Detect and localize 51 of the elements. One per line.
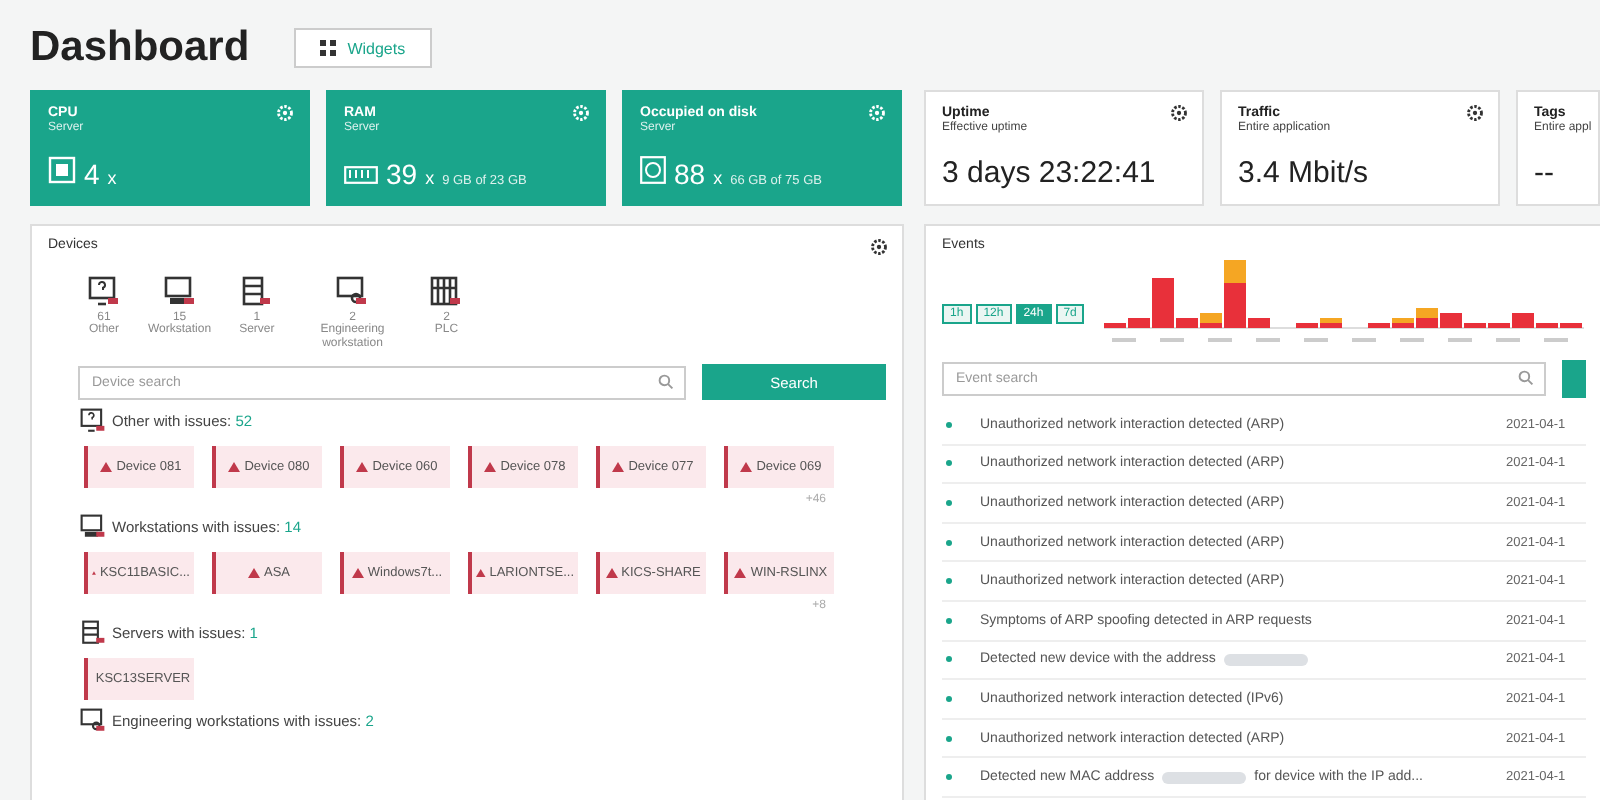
- warning-icon: [247, 568, 260, 579]
- metric-value: 4: [84, 158, 100, 190]
- warning-icon: [476, 568, 486, 579]
- warning-icon: [100, 462, 113, 473]
- settings-icon[interactable]: [1170, 104, 1188, 122]
- status-dot: [946, 578, 952, 585]
- rack-icon: [430, 276, 463, 308]
- warning-icon: [612, 462, 625, 473]
- metric-value: 88: [674, 158, 706, 190]
- metric-value: 3 days 23:22:41: [942, 156, 1156, 190]
- status-dot: [946, 460, 952, 467]
- status-dot: [946, 499, 952, 506]
- monitor-icon: [80, 514, 106, 541]
- monitor-gear-icon: [80, 708, 106, 735]
- settings-icon[interactable]: [1466, 104, 1484, 122]
- warning-icon: [356, 462, 369, 473]
- status-dot: [946, 656, 952, 663]
- chip-icon: [48, 156, 76, 184]
- question-monitor-icon: [88, 276, 120, 308]
- warning-icon: [351, 568, 364, 579]
- status-dot: [946, 617, 952, 624]
- question-monitor-icon: [80, 408, 106, 435]
- warning-icon: [484, 462, 497, 473]
- metric-value: --: [1534, 156, 1554, 190]
- status-dot: [946, 539, 952, 546]
- metric-value: 3.4 Mbit/s: [1238, 156, 1369, 190]
- status-dot: [946, 421, 952, 428]
- status-dot: [946, 695, 952, 702]
- metric-unit: x: [713, 168, 723, 188]
- server-icon: [240, 276, 273, 308]
- settings-icon[interactable]: [870, 238, 888, 256]
- search-icon: [658, 373, 674, 390]
- grid-icon: [319, 40, 336, 56]
- warning-icon: [228, 462, 241, 473]
- monitor-gear-icon: [336, 276, 369, 308]
- warning-icon: [605, 568, 618, 579]
- monitor-icon: [163, 276, 196, 308]
- status-dot: [946, 774, 952, 781]
- metric-unit: x: [107, 168, 117, 188]
- disk-icon: [640, 156, 666, 184]
- server-icon: [80, 620, 106, 647]
- warning-icon: [740, 462, 753, 473]
- blurred-text: [1223, 653, 1308, 666]
- blurred-text: [1162, 771, 1247, 784]
- memory-icon: [344, 166, 378, 184]
- metric-value: 39: [386, 158, 418, 190]
- status-dot: [946, 735, 952, 742]
- page-title: Dashboard: [30, 24, 250, 72]
- metric-unit: x: [425, 168, 435, 188]
- warning-icon: [734, 568, 747, 579]
- search-icon: [1518, 370, 1534, 386]
